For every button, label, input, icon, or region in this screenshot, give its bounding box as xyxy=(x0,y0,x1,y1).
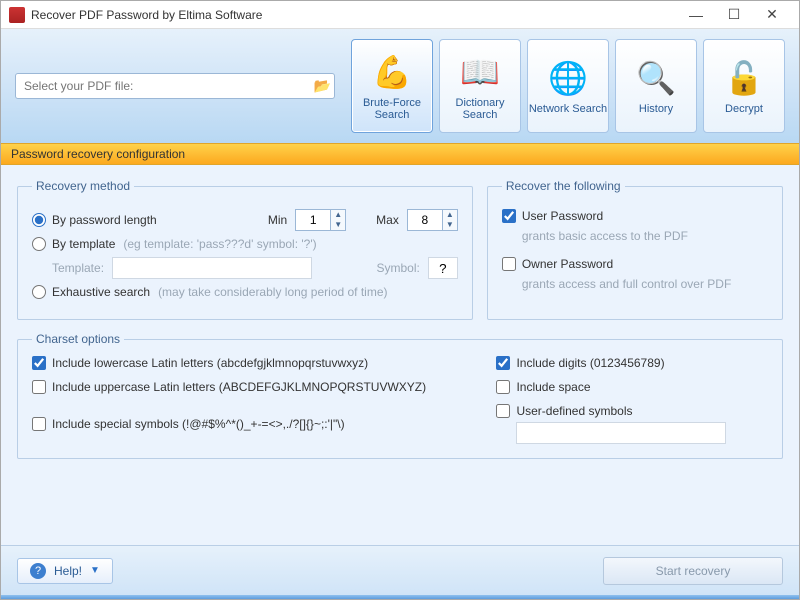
question-icon: ? xyxy=(30,563,46,579)
chevron-up-icon[interactable]: ▲ xyxy=(443,210,457,220)
lowercase-checkbox[interactable]: Include lowercase Latin letters (abcdefg… xyxy=(32,356,466,370)
max-label: Max xyxy=(376,213,399,227)
owner-password-check-input[interactable] xyxy=(502,257,516,271)
digits-label: Include digits (0123456789) xyxy=(516,356,664,370)
app-icon xyxy=(9,7,25,23)
tool-label: Brute-Force Search xyxy=(352,97,432,121)
user-password-checkbox[interactable]: User Password xyxy=(502,209,603,223)
tool-history[interactable]: 🔍 History xyxy=(615,39,697,133)
by-template-radio-input[interactable] xyxy=(32,237,46,251)
space-checkbox[interactable]: Include space xyxy=(496,380,768,394)
recover-following-legend: Recover the following xyxy=(502,179,625,193)
template-label: Template: xyxy=(52,261,104,275)
chevron-down-icon[interactable]: ▼ xyxy=(443,220,457,230)
space-check-input[interactable] xyxy=(496,380,510,394)
userdef-input[interactable] xyxy=(516,422,726,444)
owner-password-label: Owner Password xyxy=(522,257,613,271)
by-length-label: By password length xyxy=(52,213,157,227)
user-password-desc: grants basic access to the PDF xyxy=(522,229,768,243)
min-spinner[interactable]: ▲▼ xyxy=(295,209,346,231)
padlock-open-icon: 🔓 xyxy=(720,57,768,99)
by-template-radio[interactable]: By template xyxy=(32,237,115,251)
tool-dictionary[interactable]: 📖 Dictionary Search xyxy=(439,39,521,133)
tool-decrypt[interactable]: 🔓 Decrypt xyxy=(703,39,785,133)
folder-open-icon[interactable]: 📂 xyxy=(314,78,331,95)
chevron-down-icon: ▼ xyxy=(90,565,100,576)
digits-checkbox[interactable]: Include digits (0123456789) xyxy=(496,356,768,370)
maximize-button[interactable]: ☐ xyxy=(715,5,753,25)
charset-legend: Charset options xyxy=(32,332,124,346)
owner-password-checkbox[interactable]: Owner Password xyxy=(502,257,613,271)
by-length-radio[interactable]: By password length xyxy=(32,213,157,227)
uppercase-check-input[interactable] xyxy=(32,380,46,394)
tool-brute-force[interactable]: 💪 Brute-Force Search xyxy=(351,39,433,133)
symbol-label: Symbol: xyxy=(376,261,419,275)
book-icon: 📖 xyxy=(456,51,504,93)
magnifier-icon: 🔍 xyxy=(632,57,680,99)
exhaustive-radio-input[interactable] xyxy=(32,285,46,299)
exhaustive-radio[interactable]: Exhaustive search xyxy=(32,285,150,299)
app-window: Recover PDF Password by Eltima Software … xyxy=(0,0,800,600)
user-password-check-input[interactable] xyxy=(502,209,516,223)
minimize-button[interactable]: — xyxy=(677,5,715,25)
chevron-down-icon[interactable]: ▼ xyxy=(331,220,345,230)
user-password-label: User Password xyxy=(522,209,603,223)
uppercase-label: Include uppercase Latin letters (ABCDEFG… xyxy=(52,380,426,394)
template-input[interactable] xyxy=(112,257,312,279)
userdef-checkbox[interactable]: User-defined symbols xyxy=(496,404,768,418)
symbol-input[interactable] xyxy=(428,257,458,279)
special-check-input[interactable] xyxy=(32,417,46,431)
chevron-up-icon[interactable]: ▲ xyxy=(331,210,345,220)
window-title: Recover PDF Password by Eltima Software xyxy=(31,8,677,22)
space-label: Include space xyxy=(516,380,590,394)
digits-check-input[interactable] xyxy=(496,356,510,370)
footer: ? Help! ▼ Start recovery xyxy=(1,545,799,595)
exhaustive-hint: (may take considerably long period of ti… xyxy=(158,285,387,299)
lowercase-label: Include lowercase Latin letters (abcdefg… xyxy=(52,356,368,370)
globe-icon: 🌐 xyxy=(544,57,592,99)
toolbar: 📂 💪 Brute-Force Search 📖 Dictionary Sear… xyxy=(1,29,799,143)
recovery-method-fieldset: Recovery method By password length Min ▲… xyxy=(17,179,473,320)
tool-label: History xyxy=(639,103,673,115)
userdef-check-input[interactable] xyxy=(496,404,510,418)
recover-following-fieldset: Recover the following User Password gran… xyxy=(487,179,783,320)
charset-fieldset: Charset options Include lowercase Latin … xyxy=(17,332,783,459)
file-path-input[interactable] xyxy=(15,73,335,99)
special-label: Include special symbols (!@#$%^*()_+-=<>… xyxy=(52,417,345,431)
max-value-input[interactable] xyxy=(407,209,443,231)
tool-label: Dictionary Search xyxy=(440,97,520,121)
start-recovery-button[interactable]: Start recovery xyxy=(603,557,783,585)
template-hint: (eg template: 'pass???d' symbol: '?') xyxy=(123,237,316,251)
handshake-icon: 💪 xyxy=(368,51,416,93)
tool-network[interactable]: 🌐 Network Search xyxy=(527,39,609,133)
userdef-label: User-defined symbols xyxy=(516,404,632,418)
lowercase-check-input[interactable] xyxy=(32,356,46,370)
bottom-accent xyxy=(1,595,799,599)
max-spinner[interactable]: ▲▼ xyxy=(407,209,458,231)
min-value-input[interactable] xyxy=(295,209,331,231)
owner-password-desc: grants access and full control over PDF xyxy=(522,277,768,291)
tool-label: Network Search xyxy=(529,103,607,115)
file-select-area: 📂 xyxy=(15,73,339,99)
help-button[interactable]: ? Help! ▼ xyxy=(17,558,113,584)
special-checkbox[interactable]: Include special symbols (!@#$%^*()_+-=<>… xyxy=(32,404,466,444)
recovery-method-legend: Recovery method xyxy=(32,179,134,193)
help-label: Help! xyxy=(54,564,82,578)
section-label: Password recovery configuration xyxy=(1,143,799,165)
exhaustive-label: Exhaustive search xyxy=(52,285,150,299)
by-template-label: By template xyxy=(52,237,115,251)
titlebar: Recover PDF Password by Eltima Software … xyxy=(1,1,799,29)
min-label: Min xyxy=(268,213,287,227)
by-length-radio-input[interactable] xyxy=(32,213,46,227)
tool-label: Decrypt xyxy=(725,103,763,115)
close-button[interactable]: ✕ xyxy=(753,5,791,25)
uppercase-checkbox[interactable]: Include uppercase Latin letters (ABCDEFG… xyxy=(32,380,466,394)
content: Recovery method By password length Min ▲… xyxy=(1,165,799,545)
